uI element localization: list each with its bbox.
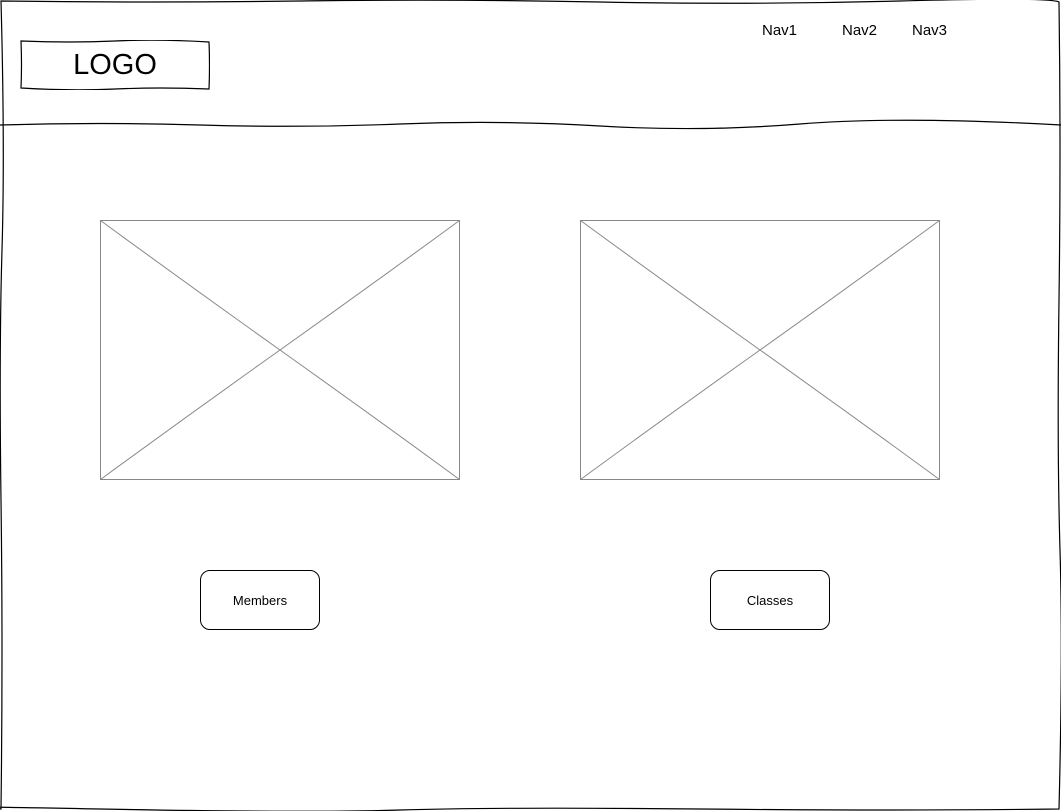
nav-link-3[interactable]: Nav3 xyxy=(912,22,947,39)
members-image-placeholder xyxy=(100,220,460,480)
image-placeholder-icon xyxy=(100,220,460,480)
nav-link-1[interactable]: Nav1 xyxy=(762,22,797,39)
classes-image-placeholder xyxy=(580,220,940,480)
header: LOGO Nav1 Nav2 Nav3 xyxy=(0,0,1061,125)
image-placeholder-icon xyxy=(580,220,940,480)
nav-link-2[interactable]: Nav2 xyxy=(842,22,877,39)
logo[interactable]: LOGO xyxy=(20,40,210,90)
logo-text: LOGO xyxy=(73,48,157,81)
members-button[interactable]: Members xyxy=(200,570,320,630)
classes-button[interactable]: Classes xyxy=(710,570,830,630)
